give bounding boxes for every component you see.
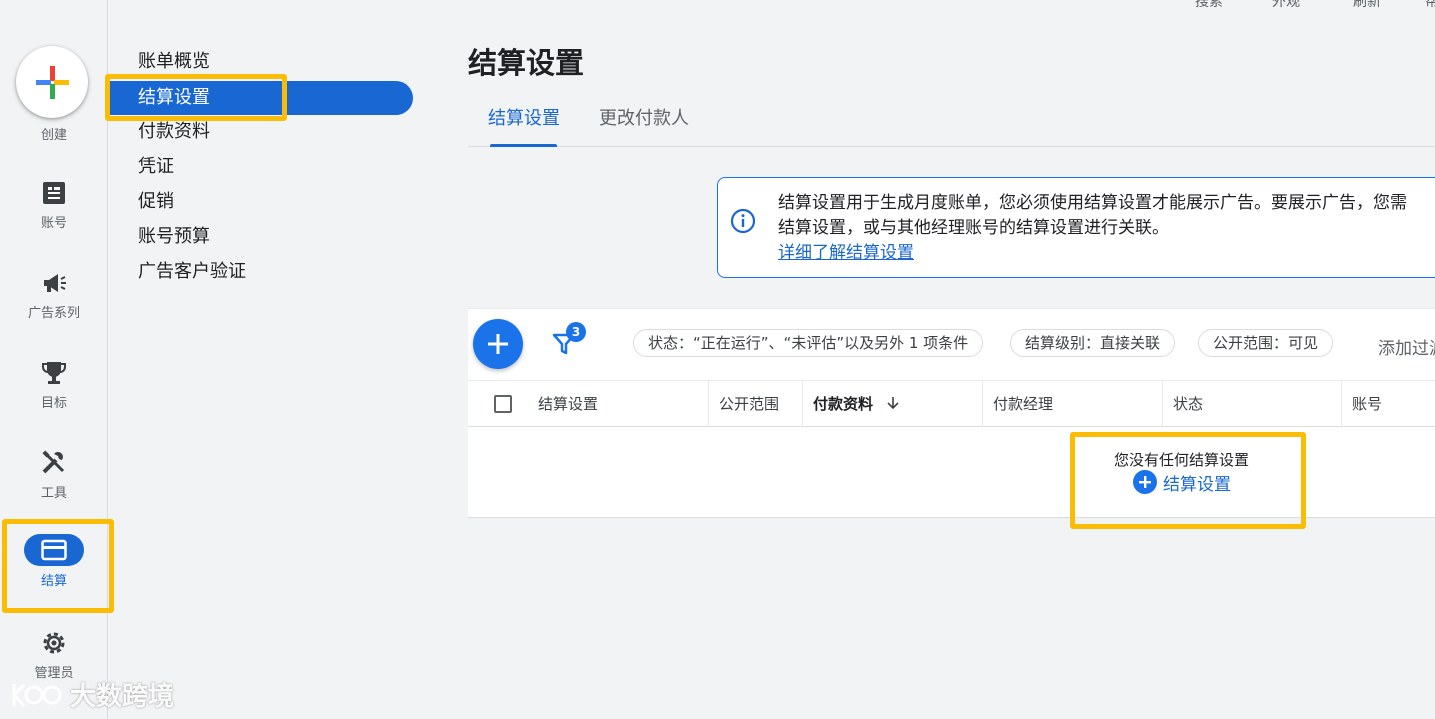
subnav: 账单概览 付款资料 凭证 促销 账号预算 广告客户验证 (108, 0, 428, 719)
left-rail: 创建 账号 广告系列 目标 工具 结算 管理员 (0, 0, 114, 719)
table-header: 结算设置 公开范围 付款资料 付款经理 状态 账号 (468, 380, 1435, 427)
info-banner: 结算设置用于生成月度账单，您必须使用结算设置才能展示广告。要展示广告，您需 结算… (717, 177, 1435, 278)
filter-chip-status[interactable]: 状态：“正在运行”、“未评估”以及另外 1 项条件 (633, 329, 984, 357)
subnav-item-advertiser-verification[interactable]: 广告客户验证 (138, 257, 246, 287)
tools-icon (42, 450, 65, 474)
rail-item-account[interactable]: 账号 (0, 178, 108, 231)
column-header-payment-manager[interactable]: 付款经理 (982, 381, 1053, 427)
tab-indicator (490, 144, 557, 147)
rail-item-goals[interactable]: 目标 (0, 358, 108, 411)
plus-circle-icon (1133, 470, 1157, 494)
watermark-logo-icon (12, 683, 62, 707)
add-billing-setup-button[interactable] (473, 319, 523, 369)
filter-chip-visibility[interactable]: 公开范围：可见 (1198, 329, 1334, 357)
account-icon (43, 182, 65, 204)
tab-bar: 结算设置 更改付款人 (468, 100, 1435, 147)
plus-color-icon (36, 66, 69, 99)
arrow-down-icon (887, 397, 899, 410)
trophy-icon (42, 362, 66, 384)
table-body: 您没有任何结算设置 结算设置 (468, 427, 1435, 518)
empty-state-add-label: 结算设置 (1163, 474, 1231, 495)
column-header-account[interactable]: 账号 (1341, 381, 1382, 427)
create-label: 创建 (40, 128, 67, 143)
main-content: 结算设置 结算设置 更改付款人 结算设置用于生成月度账单，您必须使用结算设置才能… (468, 0, 1435, 719)
rail-item-label: 目标 (40, 396, 67, 411)
tab-billing-setup[interactable]: 结算设置 (488, 104, 560, 130)
rail-item-label: 账号 (40, 216, 67, 231)
billing-card-icon (41, 539, 67, 561)
empty-state-message: 您没有任何结算设置 (1114, 451, 1250, 469)
rail-active-pill (24, 534, 84, 566)
rail-item-admin[interactable]: 管理员 (0, 628, 108, 681)
watermark-text: 大数跨境 (70, 682, 175, 712)
empty-state-add-button[interactable]: 结算设置 (1133, 469, 1231, 495)
plus-icon (488, 334, 508, 354)
subnav-item-payment-profile[interactable]: 付款资料 (138, 117, 210, 147)
column-header-visibility[interactable]: 公开范围 (708, 381, 779, 427)
subnav-item-promotions[interactable]: 促销 (138, 187, 174, 217)
info-text-line2: 结算设置，或与其他经理账号的结算设置进行关联。 (778, 218, 1169, 238)
info-text-line1: 结算设置用于生成月度账单，您必须使用结算设置才能展示广告。要展示广告，您需 (778, 193, 1407, 213)
megaphone-icon (44, 274, 66, 292)
subnav-item-budgets[interactable]: 账号预算 (138, 222, 210, 252)
table-toolbar: 3 状态：“正在运行”、“未评估”以及另外 1 项条件 结算级别：直接关联 公开… (468, 308, 1435, 380)
filter-count-badge: 3 (566, 322, 586, 342)
rail-item-campaigns[interactable]: 广告系列 (0, 268, 108, 321)
rail-item-tools[interactable]: 工具 (0, 448, 108, 501)
column-header-payment-profile[interactable]: 付款资料 (802, 381, 982, 427)
column-header-billing-setup[interactable]: 结算设置 (528, 381, 598, 427)
rail-item-label: 结算 (40, 574, 67, 589)
rail-create-label-wrap: 创建 (0, 120, 108, 143)
column-header-label: 付款资料 (813, 395, 874, 413)
subnav-item-overview[interactable]: 账单概览 (138, 47, 210, 77)
select-all-checkbox[interactable] (494, 395, 512, 413)
learn-more-link[interactable]: 详细了解结算设置 (778, 238, 914, 263)
page-title: 结算设置 (468, 46, 585, 80)
tab-change-payer[interactable]: 更改付款人 (599, 104, 689, 130)
create-button[interactable] (16, 46, 88, 118)
filter-chip-level[interactable]: 结算级别：直接关联 (1010, 329, 1176, 357)
watermark: 大数跨境 (10, 676, 174, 713)
rail-item-label: 工具 (40, 486, 67, 501)
subnav-item-vouchers[interactable]: 凭证 (138, 152, 174, 182)
add-filter-button[interactable]: 添加过滤 (1378, 334, 1435, 359)
column-header-status[interactable]: 状态 (1162, 381, 1203, 427)
rail-item-billing[interactable]: 结算 (0, 534, 108, 589)
rail-item-label: 广告系列 (27, 306, 80, 321)
gear-icon (43, 632, 65, 654)
info-icon (730, 208, 756, 234)
